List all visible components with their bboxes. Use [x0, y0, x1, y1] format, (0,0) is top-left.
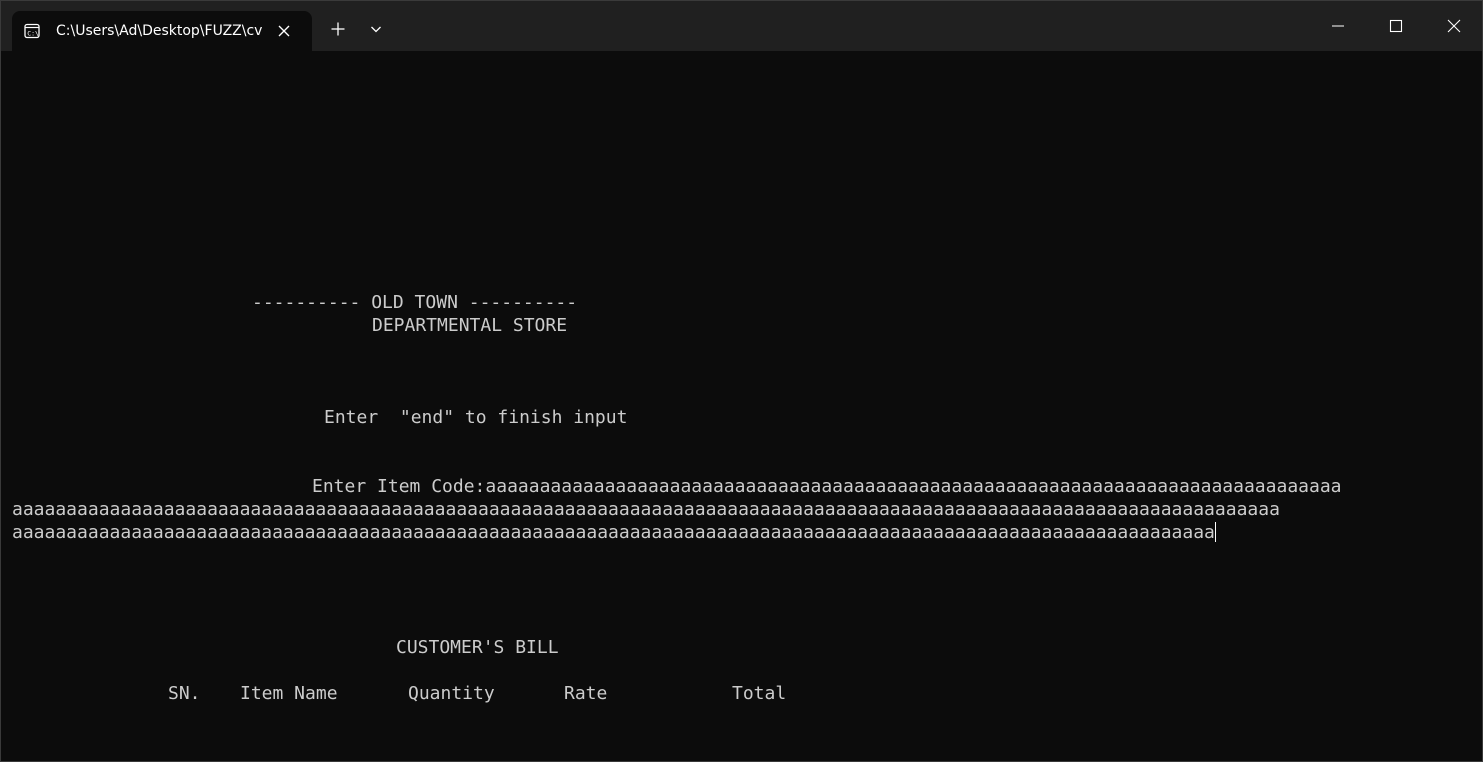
store-header-line: ---------- OLD TOWN ----------: [252, 292, 578, 313]
plus-icon: [331, 22, 345, 36]
input-continuation: aaaaaaaaaaaaaaaaaaaaaaaaaaaaaaaaaaaaaaaa…: [12, 499, 1280, 520]
store-subtitle: DEPARTMENTAL STORE: [372, 315, 568, 336]
terminal-tab[interactable]: C:\ C:\Users\Ad\Desktop\FUZZ\cv: [12, 11, 312, 51]
close-window-button[interactable]: [1425, 1, 1482, 51]
instruction-text: Enter "end" to finish input: [324, 407, 628, 428]
new-tab-button[interactable]: [323, 14, 353, 44]
terminal-icon: C:\: [24, 23, 40, 39]
maximize-button[interactable]: [1367, 1, 1425, 51]
terminal-output[interactable]: ---------- OLD TOWN ---------- DEPARTMEN…: [1, 51, 1482, 761]
minimize-icon: [1332, 25, 1344, 27]
title-bar[interactable]: C:\ C:\Users\Ad\Desktop\FUZZ\cv: [1, 1, 1482, 51]
chevron-down-icon: [371, 26, 381, 33]
maximize-icon: [1389, 19, 1403, 33]
close-tab-icon[interactable]: [276, 23, 292, 39]
input-text: aaaaaaaaaaaaaaaaaaaaaaaaaaaaaaaaaaaaaaaa…: [12, 522, 1215, 543]
bill-title: CUSTOMER'S BILL: [396, 637, 559, 658]
input-continuation-last: aaaaaaaaaaaaaaaaaaaaaaaaaaaaaaaaaaaaaaaa…: [12, 521, 1216, 544]
column-header-quantity: Quantity: [408, 683, 495, 704]
tab-dropdown-button[interactable]: [361, 14, 391, 44]
tab-title: C:\Users\Ad\Desktop\FUZZ\cv: [56, 23, 263, 39]
prompt-label: Enter Item Code:: [312, 476, 486, 497]
text-cursor: [1214, 522, 1216, 542]
column-header-item-name: Item Name: [240, 683, 338, 704]
svg-text:C:\: C:\: [27, 30, 39, 38]
input-text: aaaaaaaaaaaaaaaaaaaaaaaaaaaaaaaaaaaaaaaa…: [485, 476, 1342, 497]
column-header-sn: SN.: [168, 683, 201, 704]
column-header-rate: Rate: [564, 683, 608, 704]
column-header-total: Total: [732, 683, 787, 704]
minimize-button[interactable]: [1309, 1, 1367, 51]
close-icon: [1447, 19, 1461, 33]
terminal-window: C:\ C:\Users\Ad\Desktop\FUZZ\cv --------…: [0, 0, 1483, 762]
item-code-prompt[interactable]: Enter Item Code:aaaaaaaaaaaaaaaaaaaaaaaa…: [312, 475, 1342, 498]
